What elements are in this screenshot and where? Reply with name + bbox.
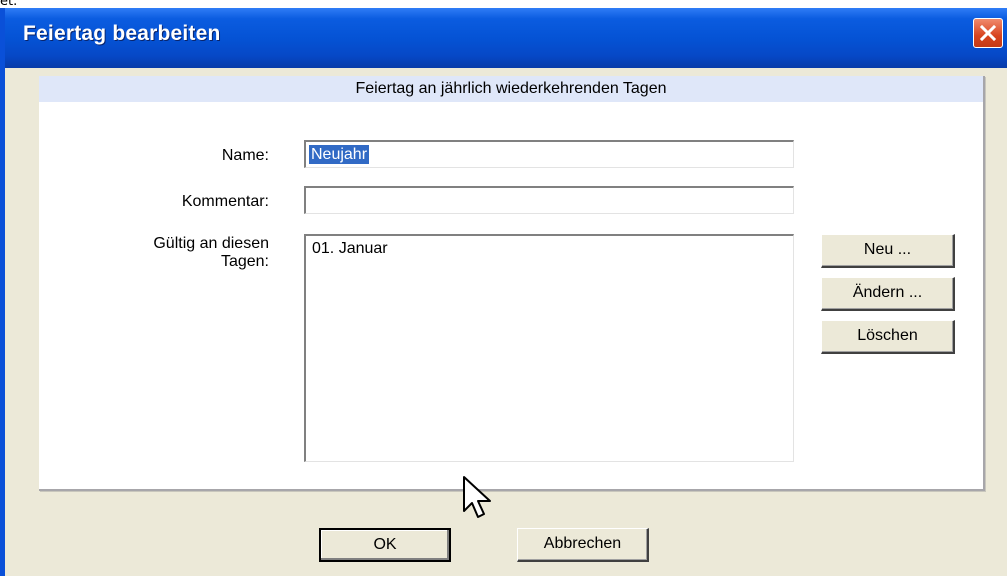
close-icon <box>979 24 997 42</box>
cancel-button[interactable]: Abbrechen <box>517 528 649 562</box>
list-item[interactable]: 01. Januar <box>312 240 388 258</box>
comment-label: Kommentar: <box>181 193 269 210</box>
holiday-panel: Feiertag an jährlich wiederkehrenden Tag… <box>39 76 985 491</box>
name-label: Name: <box>221 147 269 164</box>
dialog-window: Feiertag bearbeiten Feiertag an jährlich… <box>0 8 1007 576</box>
window-title: Feiertag bearbeiten <box>23 22 221 45</box>
dialog-client-area: Feiertag an jährlich wiederkehrenden Tag… <box>5 68 1007 576</box>
ok-button[interactable]: OK <box>319 528 451 562</box>
comment-field[interactable] <box>304 186 794 214</box>
valid-days-list[interactable]: 01. Januar <box>304 234 794 462</box>
close-button[interactable] <box>973 18 1003 48</box>
edit-button[interactable]: Ändern ... <box>821 277 955 311</box>
name-value: Neujahr <box>309 145 370 164</box>
valid-days-label-line2: Tagen: <box>220 253 269 270</box>
title-bar[interactable]: Feiertag bearbeiten <box>5 8 1007 68</box>
new-button[interactable]: Neu ... <box>821 234 955 268</box>
delete-button[interactable]: Löschen <box>821 320 955 354</box>
valid-days-label-line1: Gültig an diesen <box>153 235 269 252</box>
panel-header: Feiertag an jährlich wiederkehrenden Tag… <box>39 76 983 102</box>
mouse-pointer-icon <box>463 476 491 518</box>
name-field[interactable]: Neujahr <box>304 140 794 168</box>
